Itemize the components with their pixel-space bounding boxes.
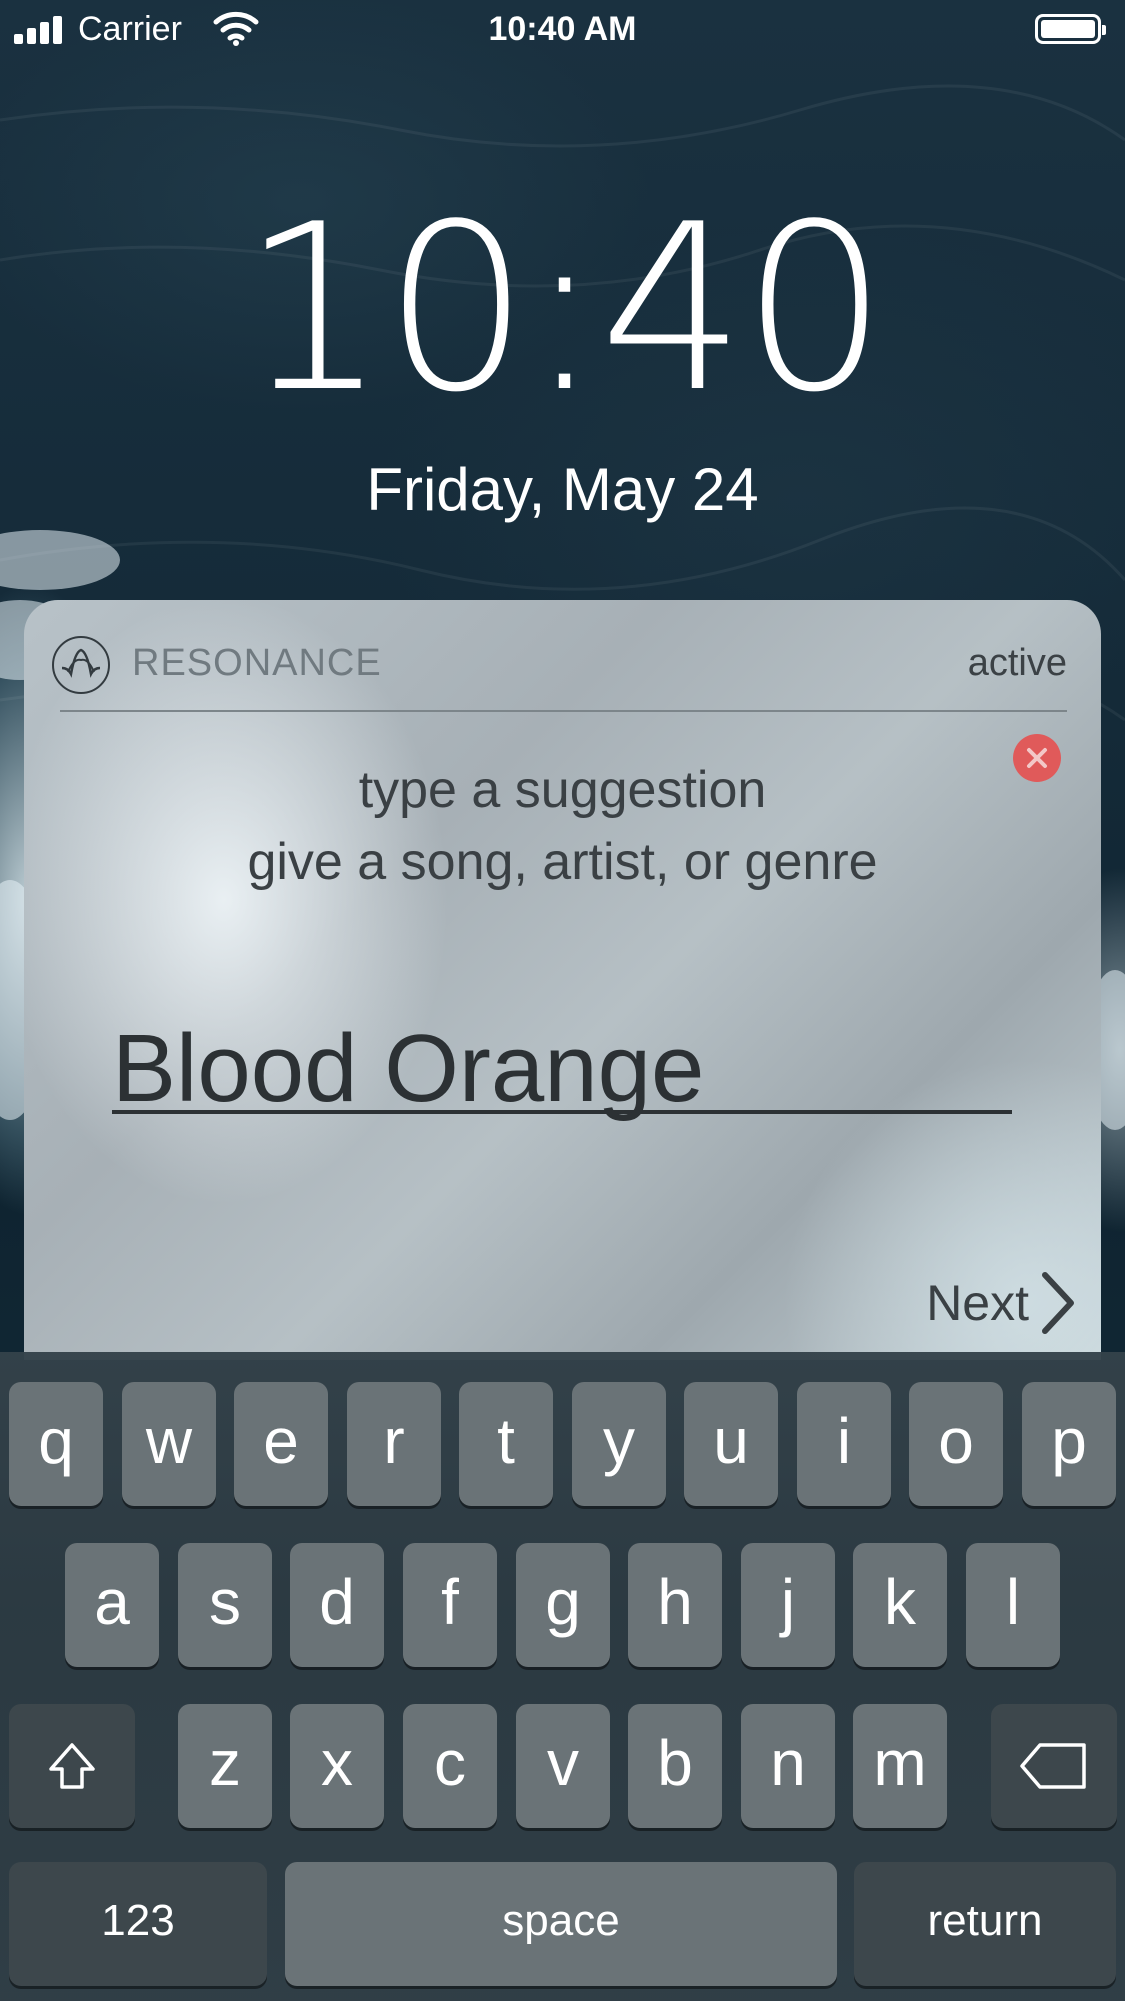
return-key[interactable]: return — [854, 1862, 1116, 1986]
key-z[interactable]: z — [178, 1704, 272, 1828]
key-n[interactable]: n — [741, 1704, 835, 1828]
suggestion-field[interactable] — [112, 1000, 1012, 1124]
key-k[interactable]: k — [853, 1543, 947, 1667]
shift-key[interactable] — [9, 1704, 135, 1828]
lock-screen-date: Friday, May 24 — [366, 456, 759, 523]
prompt-subtitle: give a song, artist, or genre — [247, 833, 878, 891]
key-g[interactable]: g — [516, 1543, 610, 1667]
key-a[interactable]: a — [65, 1543, 159, 1667]
space-key[interactable]: space — [285, 1862, 837, 1986]
key-w[interactable]: w — [122, 1382, 216, 1506]
notification-header: RESONANCE active — [24, 600, 1101, 710]
key-r[interactable]: r — [347, 1382, 441, 1506]
status-bar: Carrier 10:40 AM — [0, 0, 1125, 60]
suggestion-input[interactable] — [112, 1014, 1012, 1124]
key-t[interactable]: t — [459, 1382, 553, 1506]
shift-icon — [49, 1743, 95, 1789]
key-e[interactable]: e — [234, 1382, 328, 1506]
prompt-title: type a suggestion — [358, 761, 767, 819]
key-l[interactable]: l — [966, 1543, 1060, 1667]
battery-icon — [1035, 14, 1106, 44]
key-h[interactable]: h — [628, 1543, 722, 1667]
key-f[interactable]: f — [403, 1543, 497, 1667]
resonance-logo-icon — [52, 636, 110, 694]
key-q[interactable]: q — [9, 1382, 103, 1506]
key-i[interactable]: i — [797, 1382, 891, 1506]
key-s[interactable]: s — [178, 1543, 272, 1667]
app-name: RESONANCE — [132, 642, 382, 684]
lock-screen-time: 10:40 — [241, 176, 888, 443]
next-label: Next — [926, 1275, 1029, 1331]
app-status: active — [967, 642, 1067, 684]
key-d[interactable]: d — [290, 1543, 384, 1667]
key-b[interactable]: b — [628, 1704, 722, 1828]
key-u[interactable]: u — [684, 1382, 778, 1506]
status-time: 10:40 AM — [488, 10, 637, 48]
backspace-key[interactable] — [991, 1704, 1117, 1828]
notification-card: RESONANCE active type a suggestion give … — [24, 600, 1101, 1360]
backspace-icon — [1020, 1743, 1086, 1789]
keyboard: q w e r t y u i o p a s d f g h j k l z … — [0, 1352, 1125, 2001]
next-button[interactable]: Next — [926, 1268, 1077, 1338]
key-v[interactable]: v — [516, 1704, 610, 1828]
key-p[interactable]: p — [1022, 1382, 1116, 1506]
key-y[interactable]: y — [572, 1382, 666, 1506]
key-o[interactable]: o — [909, 1382, 1003, 1506]
key-c[interactable]: c — [403, 1704, 497, 1828]
numbers-key[interactable]: 123 — [9, 1862, 267, 1986]
key-x[interactable]: x — [290, 1704, 384, 1828]
key-j[interactable]: j — [741, 1543, 835, 1667]
chevron-right-icon — [1042, 1272, 1074, 1334]
key-m[interactable]: m — [853, 1704, 947, 1828]
header-divider — [60, 710, 1067, 712]
